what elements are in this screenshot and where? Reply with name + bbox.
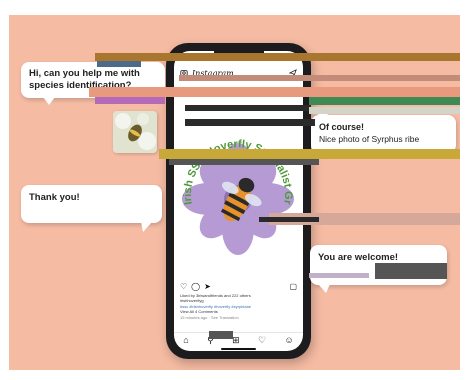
glitch-bar: [259, 217, 319, 222]
heart-icon[interactable]: ♡: [180, 282, 187, 291]
glitch-bar: [375, 263, 447, 279]
home-icon[interactable]: ⌂: [183, 335, 188, 345]
post-image: Irish SSC Hoverfly Specialist Group: [174, 100, 303, 279]
glitch-bar: [97, 61, 141, 67]
welcome-text: You are welcome!: [318, 252, 399, 263]
glitch-bar: [209, 331, 233, 339]
thanks-text: Thank you!: [29, 192, 80, 203]
bookmark-icon[interactable]: ▢: [289, 282, 297, 291]
thanks-bubble: Thank you!: [21, 185, 162, 232]
hoverfly-logo: Irish SSC Hoverfly Specialist Group: [174, 100, 294, 255]
glitch-bar: [89, 87, 460, 97]
glitch-bar: [95, 97, 165, 104]
post-time: 15 minutes ago · See Translation: [180, 314, 239, 320]
glitch-bar: [185, 119, 315, 126]
hoverfly-photo: [113, 111, 157, 153]
post-caption: Liked by 3irlwandfriends and 222 others …: [180, 293, 297, 320]
glitch-bar: [309, 97, 460, 105]
glitch-bar: [169, 159, 319, 165]
add-post-icon[interactable]: ⊞: [232, 335, 240, 346]
reply-line-1: Of course!: [319, 122, 365, 132]
glitch-bar: [179, 75, 460, 81]
activity-heart-icon[interactable]: ♡: [258, 335, 266, 346]
comment-icon[interactable]: ◯: [191, 282, 200, 291]
profile-icon[interactable]: ☺: [285, 335, 294, 345]
glitch-bar: [185, 105, 311, 111]
scene-background: 13:00 Instagram: [9, 15, 460, 370]
share-icon[interactable]: ➤: [204, 282, 211, 291]
reply-line-2: Nice photo of Syrphus ribe: [319, 134, 420, 144]
glitch-bar: [95, 53, 460, 61]
glitch-bar: [309, 273, 369, 278]
glitch-bar: [309, 107, 460, 114]
post-actions: ♡ ◯ ➤ ▢: [180, 281, 297, 291]
bottom-nav: ⌂ ⚲ ⊞ ♡ ☺: [174, 332, 303, 347]
home-indicator: [221, 348, 256, 350]
reply-bubble: Of course! Nice photo of Syrphus ribe: [311, 109, 456, 153]
glitch-bar: [159, 149, 460, 159]
